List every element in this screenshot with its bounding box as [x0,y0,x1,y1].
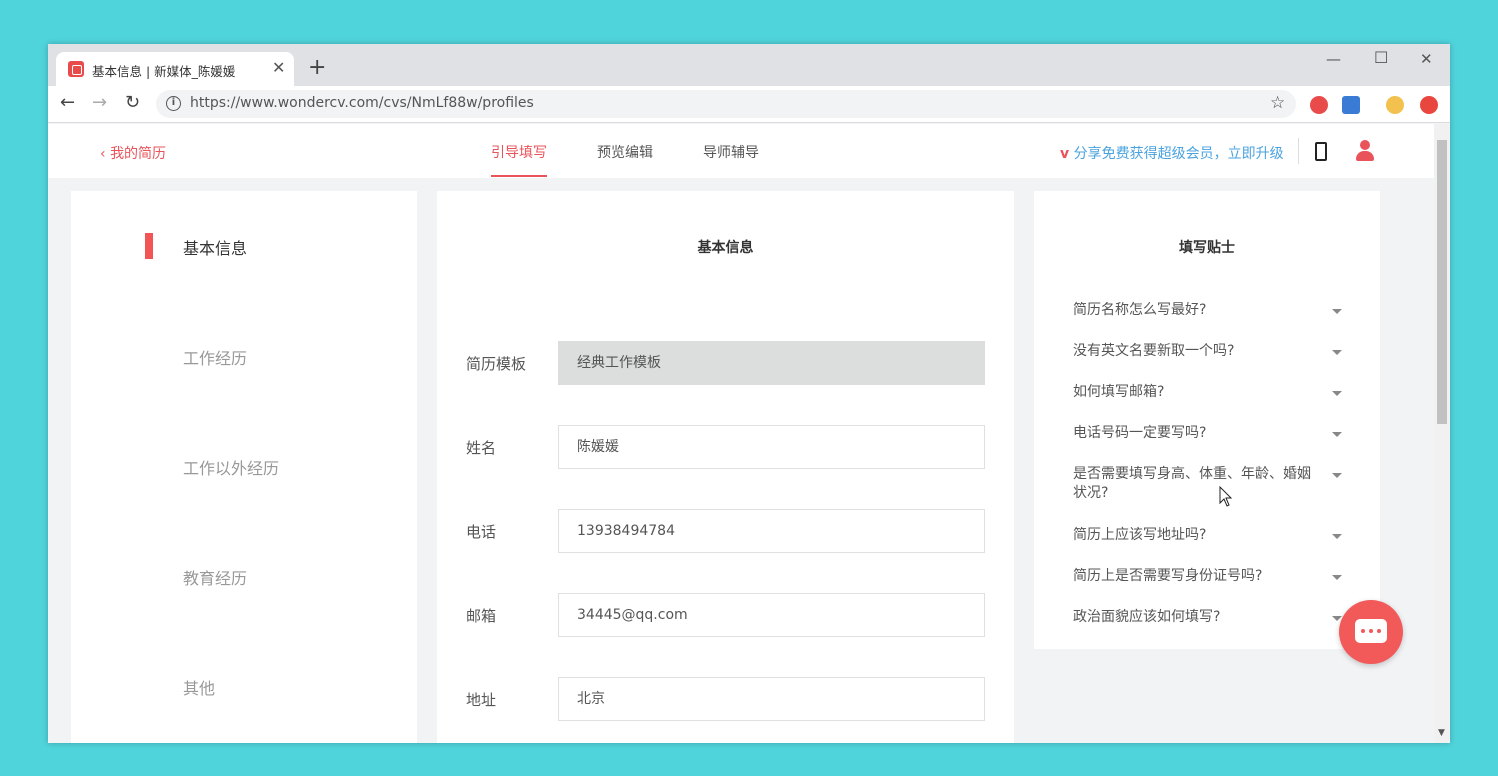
mouse-cursor-icon [1219,486,1233,507]
tab-mentor-coaching[interactable]: 导师辅导 [703,142,759,162]
tips-title: 填写贴士 [1179,240,1235,256]
maximize-icon[interactable]: ☐ [1374,48,1388,67]
chat-dot [1361,629,1365,633]
caret-down-icon[interactable] [1332,473,1342,478]
phone-field[interactable]: 13938494784 [558,509,985,553]
basic-info-form: 基本信息 简历模板 经典工作模板 姓名 陈媛媛 电话 13938494784 邮… [437,191,1014,743]
forward-arrow-icon[interactable]: → [92,93,107,113]
page-scrollbar[interactable]: ▼ [1434,124,1450,743]
extension-emoji-icon[interactable] [1386,96,1404,114]
user-account-icon[interactable] [1356,140,1374,162]
chat-dot [1377,629,1381,633]
tab-strip: 基本信息 | 新媒体_陈媛媛 ✕ + — ☐ ✕ [48,44,1450,86]
mobile-phone-icon[interactable] [1315,142,1327,161]
tips-panel: 填写贴士 简历名称怎么写最好? 没有英文名要新取一个吗? 如何填写邮箱? 电话号… [1034,191,1380,649]
share-upgrade-text: 分享免费获得超级会员，立即升级 [1073,146,1284,162]
tip-item[interactable]: 如何填写邮箱? [1073,383,1323,402]
header-divider [1298,138,1299,164]
tab-title: 基本信息 | 新媒体_陈媛媛 [92,64,236,79]
tab-guided-fill[interactable]: 引导填写 [491,142,547,162]
caret-down-icon[interactable] [1332,575,1342,580]
chat-bubble-icon [1355,619,1387,643]
tip-item[interactable]: 没有英文名要新取一个吗? [1073,342,1323,361]
page-viewport: ‹ 我的简历 引导填写 预览编辑 导师辅导 v 分享免费获得超级会员，立即升级 … [48,124,1434,743]
tip-item[interactable]: 简历名称怎么写最好? [1073,301,1323,320]
reload-icon[interactable]: ↻ [125,93,140,113]
url-text[interactable]: https://www.wondercv.com/cvs/NmLf88w/pro… [190,95,534,111]
back-arrow-icon[interactable]: ← [60,93,75,113]
caret-down-icon[interactable] [1332,534,1342,539]
wondercv-favicon-icon [68,61,84,77]
tip-item[interactable]: 是否需要填写身高、体重、年龄、婚姻状况? [1073,465,1323,503]
chat-support-button[interactable] [1339,600,1403,664]
sidebar-item-extra-experience[interactable]: 工作以外经历 [183,455,279,479]
browser-tab[interactable]: 基本信息 | 新媒体_陈媛媛 ✕ [56,52,294,86]
tab-preview-edit[interactable]: 预览编辑 [597,142,653,162]
share-upgrade-link[interactable]: v 分享免费获得超级会员，立即升级 [1060,143,1284,163]
extension-upload-icon[interactable] [1420,96,1438,114]
extension-s-icon[interactable] [1342,96,1360,114]
caret-down-icon[interactable] [1332,350,1342,355]
email-field[interactable]: 34445@qq.com [558,593,985,637]
template-label: 简历模板 [466,355,527,373]
address-field[interactable]: 北京 [558,677,985,721]
section-sidebar: 基本信息 工作经历 工作以外经历 教育经历 其他 [71,191,417,743]
active-tab-underline [491,175,547,177]
app-header: ‹ 我的简历 引导填写 预览编辑 导师辅导 v 分享免费获得超级会员，立即升级 [48,124,1434,178]
close-tab-icon[interactable]: ✕ [272,59,285,77]
template-field[interactable]: 经典工作模板 [558,341,985,385]
form-title: 基本信息 [697,240,754,256]
address-toolbar: ← → ↻ i https://www.wondercv.com/cvs/NmL… [48,86,1450,123]
sidebar-item-education[interactable]: 教育经历 [183,565,247,589]
scrollbar-thumb[interactable] [1437,140,1447,424]
tip-item[interactable]: 电话号码一定要写吗? [1073,424,1323,443]
tip-item[interactable]: 简历上是否需要写身份证号吗? [1073,567,1323,586]
extension-infinity-icon[interactable] [1310,96,1328,114]
scroll-down-arrow-icon[interactable]: ▼ [1438,728,1445,738]
site-info-icon[interactable]: i [166,96,181,111]
active-section-marker [145,233,153,259]
sidebar-item-other[interactable]: 其他 [183,675,215,699]
vip-icon: v [1060,146,1070,162]
window-close-icon[interactable]: ✕ [1420,50,1433,68]
user-icon-head [1360,140,1370,150]
minimize-icon[interactable]: — [1326,50,1341,68]
email-label: 邮箱 [466,607,497,625]
chat-dot [1369,629,1373,633]
tip-item[interactable]: 简历上应该写地址吗? [1073,526,1323,545]
address-label: 地址 [466,691,497,709]
tip-item[interactable]: 政治面貌应该如何填写? [1073,608,1323,627]
my-resumes-link[interactable]: ‹ 我的简历 [100,143,166,163]
sidebar-item-basic-info[interactable]: 基本信息 [183,235,247,259]
omnibox[interactable]: i https://www.wondercv.com/cvs/NmLf88w/p… [156,90,1296,118]
chevron-left-icon: ‹ [100,146,111,162]
sidebar-item-work-experience[interactable]: 工作经历 [183,345,247,369]
caret-down-icon[interactable] [1332,391,1342,396]
new-tab-button[interactable]: + [308,57,326,79]
my-resumes-label: 我的简历 [110,146,167,162]
caret-down-icon[interactable] [1332,309,1342,314]
phone-label: 电话 [466,523,497,541]
browser-window: 基本信息 | 新媒体_陈媛媛 ✕ + — ☐ ✕ ← → ↻ i https:/… [48,44,1450,743]
name-label: 姓名 [466,439,497,457]
caret-down-icon[interactable] [1332,432,1342,437]
name-field[interactable]: 陈媛媛 [558,425,985,469]
user-icon-body [1356,151,1374,161]
bookmark-star-icon[interactable]: ☆ [1270,93,1285,113]
